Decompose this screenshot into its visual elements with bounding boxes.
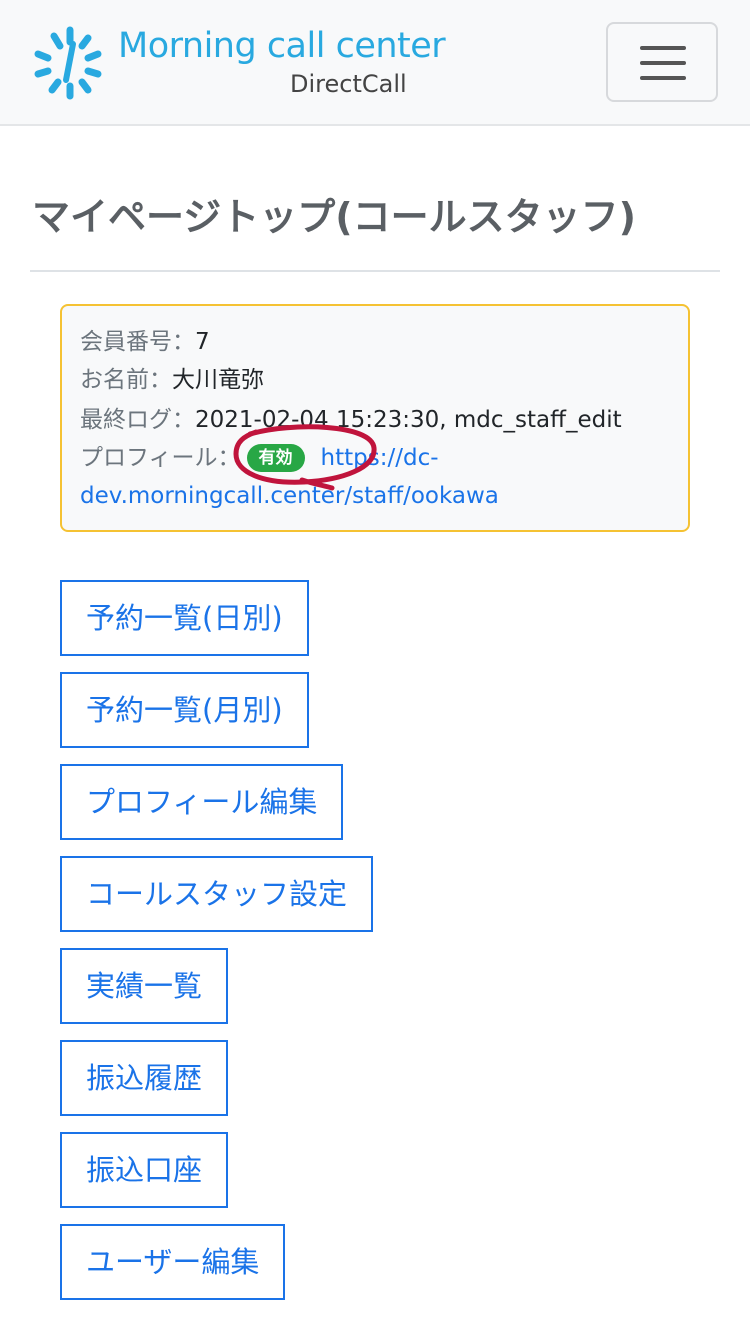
- reservation-list-monthly-button[interactable]: 予約一覧(月別): [60, 672, 309, 748]
- name-value: 大川竜弥: [172, 367, 264, 393]
- page-title: マイページトップ(コールスタッフ): [32, 195, 636, 239]
- profile-url-link[interactable]: https://dc-: [321, 445, 439, 471]
- brand-title: Morning call center: [118, 26, 446, 66]
- brand-logo[interactable]: Morning call center DirectCall: [30, 24, 450, 104]
- title-divider: [30, 270, 720, 272]
- last-log-row: 最終ログ：2021-02-04 15:23:30, mdc_staff_edit: [80, 404, 622, 436]
- name-row: お名前：大川竜弥: [80, 364, 264, 396]
- member-number-value: 7: [195, 329, 210, 355]
- member-info-card: 会員番号：7 お名前：大川竜弥 最終ログ：2021-02-04 15:23:30…: [60, 304, 690, 532]
- menu-toggle-button[interactable]: [606, 22, 718, 102]
- hamburger-menu-icon: [640, 61, 686, 65]
- profile-url-row: dev.morningcall.center/staff/ookawa: [80, 480, 499, 512]
- navbar: Morning call center DirectCall: [0, 0, 750, 126]
- profile-url-link-continued[interactable]: dev.morningcall.center/staff/ookawa: [80, 483, 499, 509]
- profile-label: プロフィール：: [80, 445, 241, 471]
- performance-list-button[interactable]: 実績一覧: [60, 948, 229, 1024]
- profile-edit-button[interactable]: プロフィール編集: [60, 764, 344, 840]
- transfer-history-button[interactable]: 振込履歴: [60, 1040, 229, 1116]
- bank-account-button[interactable]: 振込口座: [60, 1132, 229, 1208]
- last-log-label: 最終ログ：: [80, 407, 195, 433]
- member-number-row: 会員番号：7: [80, 326, 210, 358]
- call-staff-settings-button[interactable]: コールスタッフ設定: [60, 856, 374, 932]
- brand-subtitle: DirectCall: [290, 70, 407, 98]
- sunburst-logo-icon: [34, 26, 102, 100]
- last-log-value: 2021-02-04 15:23:30, mdc_staff_edit: [195, 407, 622, 433]
- member-number-label: 会員番号：: [80, 329, 195, 355]
- profile-status-badge: 有効: [246, 444, 305, 472]
- name-label: お名前：: [80, 367, 172, 393]
- hamburger-menu-icon: [640, 76, 686, 80]
- hamburger-menu-icon: [640, 46, 686, 50]
- reservation-list-daily-button[interactable]: 予約一覧(日別): [60, 580, 309, 656]
- profile-row: プロフィール： 有効 https://dc-: [80, 442, 439, 474]
- user-edit-button[interactable]: ユーザー編集: [60, 1224, 286, 1300]
